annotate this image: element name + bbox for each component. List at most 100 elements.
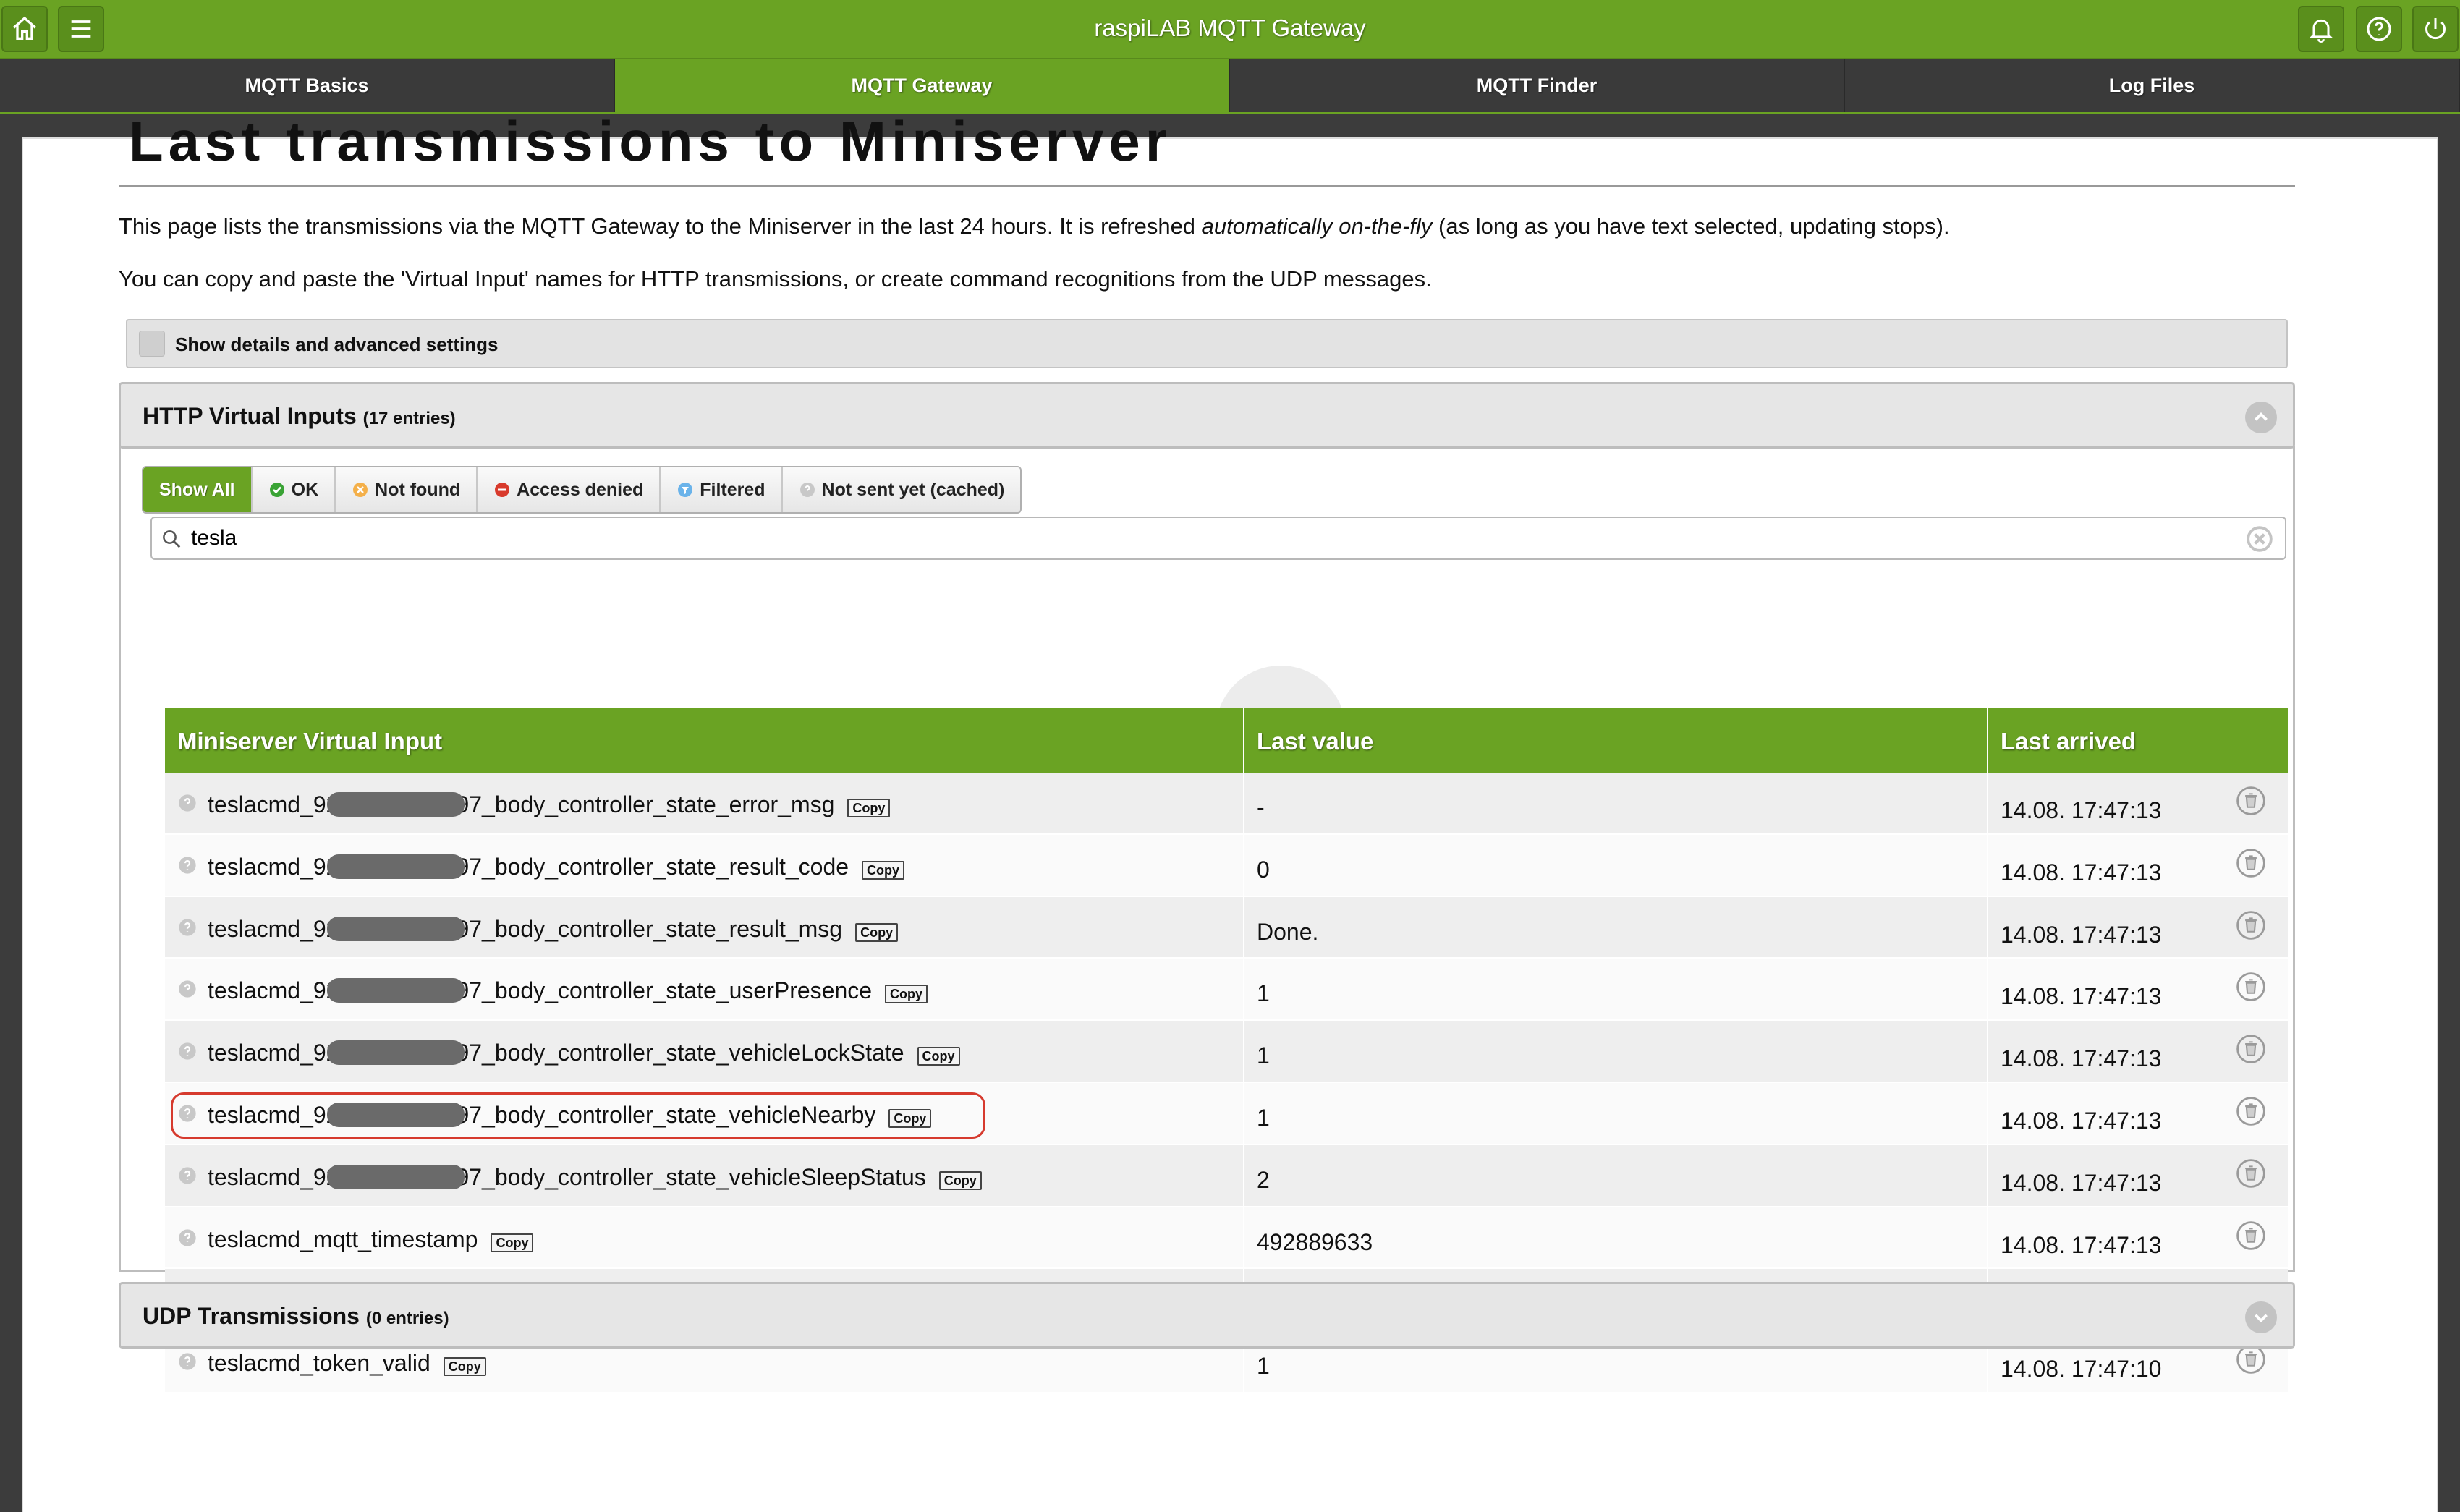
redaction-mark bbox=[327, 978, 465, 1003]
virtual-input-name[interactable]: teslacmd_92 97_body_controller_state_vehi… bbox=[208, 1040, 904, 1066]
trash-icon[interactable] bbox=[2236, 910, 2266, 940]
status-question-icon bbox=[179, 980, 196, 998]
virtual-input-name[interactable]: teslacmd_92 97_body_controller_state_vehi… bbox=[208, 1164, 926, 1191]
input-name-prefix: teslacmd_92 bbox=[208, 915, 339, 942]
last-value-cell: Done. bbox=[1244, 896, 1988, 958]
virtual-input-cell: teslacmd_92 97_body_controller_state_resu… bbox=[165, 834, 1244, 896]
status-question-icon bbox=[179, 1042, 196, 1060]
collapse-button[interactable] bbox=[2245, 402, 2277, 433]
app-header: raspiLAB MQTT Gateway bbox=[0, 0, 2460, 59]
redaction-mark bbox=[327, 1102, 465, 1127]
virtual-input-name[interactable]: teslacmd_92 97_body_controller_state_erro… bbox=[208, 791, 834, 818]
virtual-input-name[interactable]: teslacmd_mqtt_timestamp bbox=[208, 1226, 478, 1253]
check-icon bbox=[269, 483, 284, 497]
trash-icon[interactable] bbox=[2236, 848, 2266, 878]
table-row: teslacmd_92 97_body_controller_state_user… bbox=[165, 959, 2288, 1022]
details-checkbox[interactable] bbox=[139, 331, 165, 357]
table-row: teslacmd_92 97_body_controller_state_vehi… bbox=[165, 1021, 2288, 1083]
help-button[interactable] bbox=[2356, 6, 2402, 52]
copy-button[interactable]: Copy bbox=[885, 985, 928, 1004]
power-button[interactable] bbox=[2412, 6, 2459, 52]
virtual-input-name[interactable]: teslacmd_token_valid bbox=[208, 1350, 430, 1377]
table-row: teslacmd_92 97_body_controller_state_vehi… bbox=[165, 1144, 2288, 1207]
filter-not-found[interactable]: Not found bbox=[336, 467, 478, 512]
filter-access-denied[interactable]: Access denied bbox=[478, 467, 661, 512]
chevron-down-icon bbox=[2255, 1314, 2268, 1323]
col-last-arrived[interactable]: Last arrived bbox=[1988, 708, 2288, 773]
input-name-suffix: 97_body_controller_state_result_msg bbox=[456, 915, 843, 942]
details-toggle[interactable]: Show details and advanced settings bbox=[126, 319, 2288, 368]
status-question-icon bbox=[179, 1228, 196, 1246]
copy-button[interactable]: Copy bbox=[917, 1047, 960, 1066]
arrived-time: 14.08. 17:47:13 bbox=[2001, 1107, 2162, 1134]
trash-icon[interactable] bbox=[2236, 1220, 2266, 1251]
last-arrived-cell: 14.08. 17:47:13 bbox=[1988, 773, 2288, 833]
status-question-icon bbox=[179, 1105, 196, 1122]
copy-button[interactable]: Copy bbox=[443, 1357, 486, 1377]
virtual-input-cell: teslacmd_92 97_body_controller_state_vehi… bbox=[165, 1082, 1244, 1144]
table-header: Miniserver Virtual Input Last value Last… bbox=[165, 708, 2288, 773]
last-arrived-cell: 14.08. 17:47:13 bbox=[1988, 1207, 2288, 1268]
redaction-mark bbox=[327, 1164, 465, 1189]
col-last-value[interactable]: Last value bbox=[1244, 708, 1988, 773]
trash-icon[interactable] bbox=[2236, 1034, 2266, 1064]
trash-icon[interactable] bbox=[2236, 786, 2266, 816]
notifications-button[interactable] bbox=[2298, 6, 2344, 52]
tab-mqtt-gateway[interactable]: MQTT Gateway bbox=[615, 59, 1230, 112]
power-icon bbox=[2425, 18, 2446, 40]
last-arrived-cell: 14.08. 17:47:13 bbox=[1988, 835, 2288, 896]
tab-mqtt-finder[interactable]: MQTT Finder bbox=[1230, 59, 1845, 112]
filter-filtered[interactable]: Filtered bbox=[661, 467, 783, 512]
last-value-cell: 1 bbox=[1244, 959, 1988, 1020]
copy-button[interactable]: Copy bbox=[938, 1171, 982, 1190]
question-icon bbox=[800, 483, 815, 497]
tab-log-files[interactable]: Log Files bbox=[1845, 59, 2460, 112]
copy-button[interactable]: Copy bbox=[855, 922, 899, 942]
input-name-prefix: teslacmd_92 bbox=[208, 791, 339, 817]
x-orange-icon bbox=[353, 483, 368, 497]
filter-blue-icon bbox=[678, 483, 693, 497]
redaction-mark bbox=[327, 916, 465, 941]
status-question-icon bbox=[179, 794, 196, 812]
trash-icon[interactable] bbox=[2236, 1096, 2266, 1126]
redaction-mark bbox=[327, 792, 465, 817]
col-virtual-input[interactable]: Miniserver Virtual Input bbox=[165, 708, 1244, 773]
udp-section-header[interactable]: UDP Transmissions (0 entries) bbox=[119, 1282, 2295, 1349]
page-title: Last transmissions to Miniserver bbox=[129, 109, 1173, 173]
last-value-cell: - bbox=[1244, 773, 1988, 833]
arrived-time: 14.08. 17:47:13 bbox=[2001, 859, 2162, 885]
input-name-suffix: 97_body_controller_state_vehicleLockStat… bbox=[456, 1040, 904, 1066]
arrived-time: 14.08. 17:47:13 bbox=[2001, 797, 2162, 823]
last-arrived-cell: 14.08. 17:47:13 bbox=[1988, 1021, 2288, 1082]
copy-button[interactable]: Copy bbox=[888, 1108, 932, 1128]
http-section-header[interactable]: HTTP Virtual Inputs (17 entries) bbox=[119, 382, 2295, 449]
arrived-time: 14.08. 17:47:13 bbox=[2001, 983, 2162, 1010]
tab-mqtt-basics[interactable]: MQTT Basics bbox=[0, 59, 615, 112]
copy-button[interactable]: Copy bbox=[847, 799, 891, 817]
input-name-suffix: 97_body_controller_state_vehicleNearby bbox=[456, 1101, 876, 1128]
title-divider bbox=[119, 185, 2295, 187]
search-input[interactable] bbox=[191, 522, 2231, 554]
clear-search-icon[interactable] bbox=[2246, 525, 2273, 553]
input-name-prefix: teslacmd_92 bbox=[208, 1163, 339, 1190]
trash-icon[interactable] bbox=[2236, 1158, 2266, 1189]
main-nav: MQTT Basics MQTT Gateway MQTT Finder Log… bbox=[0, 59, 2460, 114]
status-question-icon bbox=[179, 918, 196, 936]
app-title: raspiLAB MQTT Gateway bbox=[1094, 14, 1366, 41]
copy-button[interactable]: Copy bbox=[491, 1233, 534, 1252]
virtual-input-name[interactable]: teslacmd_92 97_body_controller_state_resu… bbox=[208, 854, 849, 880]
filter-bar: Show All OK Not found Access denied Filt… bbox=[142, 466, 1022, 514]
last-arrived-cell: 14.08. 17:47:13 bbox=[1988, 1083, 2288, 1144]
filter-not-sent[interactable]: Not sent yet (cached) bbox=[782, 467, 1021, 512]
virtual-input-name[interactable]: teslacmd_92 97_body_controller_state_vehi… bbox=[208, 1102, 875, 1129]
search-icon bbox=[163, 530, 181, 548]
trash-icon[interactable] bbox=[2236, 1344, 2266, 1375]
virtual-input-name[interactable]: teslacmd_92 97_body_controller_state_user… bbox=[208, 977, 872, 1004]
copy-button[interactable]: Copy bbox=[862, 860, 905, 880]
filter-ok[interactable]: OK bbox=[252, 467, 336, 512]
filter-show-all[interactable]: Show All bbox=[143, 467, 253, 512]
trash-icon[interactable] bbox=[2236, 972, 2266, 1002]
arrived-time: 14.08. 17:47:13 bbox=[2001, 1045, 2162, 1072]
virtual-input-name[interactable]: teslacmd_92 97_body_controller_state_resu… bbox=[208, 916, 842, 943]
expand-button[interactable] bbox=[2245, 1301, 2277, 1333]
